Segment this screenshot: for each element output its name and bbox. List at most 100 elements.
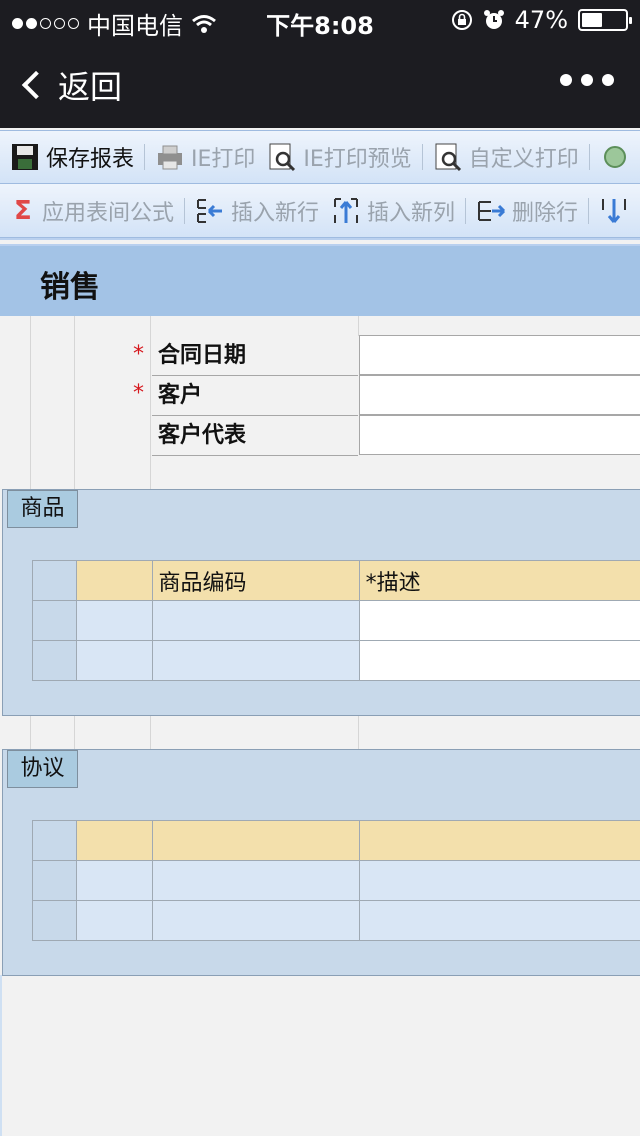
table-row: [32, 600, 640, 641]
grid-line: [150, 716, 151, 750]
grid-line: [150, 316, 151, 490]
customer-field[interactable]: [359, 375, 640, 415]
refresh-icon: [603, 146, 626, 168]
contract-date-field[interactable]: [359, 335, 640, 375]
table-cell[interactable]: [358, 860, 640, 901]
customer-label: 客户: [152, 376, 358, 416]
delete-row-button[interactable]: 删除行: [470, 195, 584, 227]
navigation-bar: 返回: [0, 40, 640, 128]
header-description: *描述: [358, 560, 640, 601]
table-row: [32, 860, 640, 901]
grid-line: [30, 716, 31, 750]
page-title: 销售: [40, 270, 100, 305]
orientation-lock-icon: [451, 10, 472, 30]
toolbar-overflow-button[interactable]: [594, 142, 636, 172]
back-button[interactable]: 返回: [20, 62, 122, 108]
page-title-band: 销售: [0, 246, 640, 316]
floppy-icon: [12, 144, 38, 170]
more-dot-icon: [602, 74, 614, 86]
more-dot-icon: [560, 74, 572, 86]
toolbar-separator: [421, 144, 423, 170]
apply-formula-button[interactable]: Σ 应用表间公式: [0, 195, 180, 227]
toolbar-overflow-button-2[interactable]: [593, 196, 635, 226]
ie-print-button[interactable]: IE打印: [149, 141, 261, 173]
agreement-table: [32, 820, 640, 941]
table-cell[interactable]: [75, 900, 153, 941]
contract-date-label: 合同日期: [152, 336, 358, 376]
customer-rep-field[interactable]: [359, 415, 640, 455]
print-preview-icon: [269, 143, 296, 172]
table-row: [32, 900, 640, 941]
table-cell[interactable]: [75, 860, 153, 901]
table-toolbar: Σ 应用表间公式 插入新行 插入新列 删除行: [0, 184, 640, 238]
printer-icon: [158, 145, 183, 170]
grid-line: [358, 716, 359, 750]
description-cell[interactable]: [358, 640, 640, 681]
product-code-cell[interactable]: [151, 600, 360, 641]
header-cell: [75, 820, 153, 861]
report-toolbar: 保存报表 IE打印 IE打印预览 自定义打印: [0, 130, 640, 184]
ie-print-preview-button[interactable]: IE打印预览: [261, 141, 417, 173]
table-header-row: 商品编码 *描述: [32, 560, 640, 601]
insert-row-icon: [197, 198, 223, 223]
products-tab[interactable]: 商品: [7, 490, 78, 528]
contract-date-input[interactable]: [360, 336, 640, 374]
header-product-code: 商品编码: [151, 560, 360, 601]
description-cell[interactable]: [358, 600, 640, 641]
header-cell: [358, 820, 640, 861]
page-left-edge: [0, 975, 2, 1136]
row-selector-header: [32, 820, 77, 861]
product-code-cell[interactable]: [151, 640, 360, 681]
toolbar-separator: [144, 144, 146, 170]
table-cell[interactable]: [151, 900, 360, 941]
insert-row-button[interactable]: 插入新行: [189, 195, 325, 227]
table-cell[interactable]: [358, 900, 640, 941]
row-selector[interactable]: [32, 860, 77, 901]
grid-line: [74, 716, 75, 750]
header-cell: [151, 820, 360, 861]
toolbar-separator: [184, 197, 186, 224]
save-report-button[interactable]: 保存报表: [0, 141, 140, 173]
table-cell[interactable]: [75, 640, 153, 681]
table-cell[interactable]: [75, 600, 153, 641]
toolbar-divider: [0, 238, 640, 246]
required-mark: *: [133, 381, 144, 406]
header-cell: [75, 560, 153, 601]
toolbar-separator: [465, 197, 467, 224]
products-section: 商品 商品编码 *描述: [2, 489, 640, 716]
customer-input[interactable]: [360, 376, 640, 414]
insert-column-button[interactable]: 插入新列: [325, 195, 461, 227]
customer-rep-input[interactable]: [360, 416, 640, 454]
grid-line: [358, 316, 359, 336]
insert-column-icon: [334, 197, 359, 223]
row-selector[interactable]: [32, 600, 77, 641]
alarm-icon: [483, 10, 504, 29]
table-row: [32, 640, 640, 681]
toolbar-separator: [588, 144, 590, 170]
agreement-section: 协议: [2, 749, 640, 976]
battery-percent: 47%: [514, 6, 568, 34]
custom-print-icon: [435, 143, 461, 172]
delete-column-icon: [602, 198, 627, 223]
battery-icon: [578, 9, 632, 31]
table-header-row: [32, 820, 640, 861]
more-dot-icon: [581, 74, 593, 86]
more-options-button[interactable]: [560, 74, 614, 86]
agreement-tab[interactable]: 协议: [7, 750, 78, 788]
status-bar: 中国电信 下午8:08 47%: [0, 0, 640, 40]
back-label: 返回: [58, 68, 123, 106]
required-mark: *: [133, 342, 144, 367]
row-selector[interactable]: [32, 640, 77, 681]
row-selector-header: [32, 560, 77, 601]
chevron-left-icon: [21, 70, 51, 100]
products-table: 商品编码 *描述: [32, 560, 640, 681]
grid-line: [74, 316, 75, 490]
sigma-icon: Σ: [14, 195, 32, 226]
custom-print-button[interactable]: 自定义打印: [427, 141, 585, 173]
grid-line: [30, 316, 31, 490]
row-selector[interactable]: [32, 900, 77, 941]
toolbar-separator: [588, 197, 590, 224]
customer-rep-label: 客户代表: [152, 416, 358, 456]
delete-row-icon: [478, 200, 506, 221]
table-cell[interactable]: [151, 860, 360, 901]
